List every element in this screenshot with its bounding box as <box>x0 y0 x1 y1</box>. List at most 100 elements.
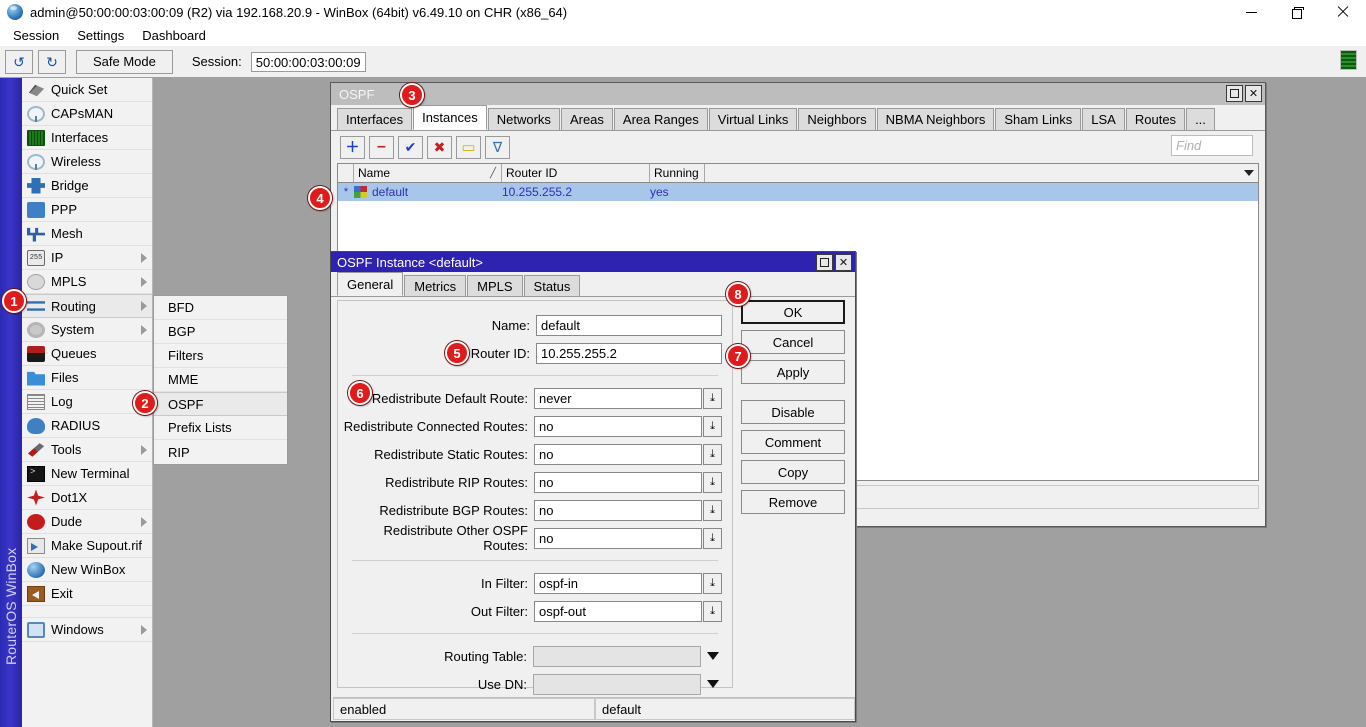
sidebar-item-new-winbox[interactable]: New WinBox <box>22 558 152 582</box>
sidebar-item-windows[interactable]: Windows <box>22 618 152 642</box>
instance-maximize-button[interactable] <box>816 254 833 271</box>
redistribute-bgp-routes-select[interactable]: no <box>534 499 702 521</box>
instance-close-button[interactable]: ✕ <box>835 254 852 271</box>
chevron-down-icon[interactable]: ⤓ <box>703 527 722 549</box>
instance-dialog-titlebar[interactable]: OSPF Instance <default> ✕ <box>331 252 855 272</box>
tab-general[interactable]: General <box>337 272 404 296</box>
submenu-item-bgp[interactable]: BGP <box>154 320 287 344</box>
tab-mpls[interactable]: MPLS <box>467 275 523 296</box>
menu-session[interactable]: Session <box>4 26 68 45</box>
tab-interfaces[interactable]: Interfaces <box>337 108 413 130</box>
redistribute-rip-routes-select[interactable]: no <box>534 471 702 493</box>
chevron-down-icon[interactable]: ⤓ <box>703 499 722 521</box>
out-filter-select[interactable]: ospf-out <box>534 600 702 622</box>
sidebar-item-quick-set[interactable]: Quick Set <box>22 78 152 102</box>
cancel-button[interactable]: Cancel <box>741 330 845 354</box>
chevron-down-icon[interactable]: ⤓ <box>703 572 722 594</box>
disable-button[interactable]: ✖ <box>427 135 452 159</box>
enable-button[interactable]: ✔ <box>398 135 423 159</box>
tab-networks[interactable]: Networks <box>487 108 560 130</box>
tab-metrics[interactable]: Metrics <box>404 275 467 296</box>
tab-sham-links[interactable]: Sham Links <box>995 108 1082 130</box>
sidebar-item-new-terminal[interactable]: New Terminal <box>22 462 152 486</box>
sidebar-item-dude[interactable]: Dude <box>22 510 152 534</box>
apply-button[interactable]: Apply <box>741 360 845 384</box>
sidebar-item-ip[interactable]: 255 IP <box>22 246 152 270</box>
filter-button[interactable]: ∇ <box>485 135 510 159</box>
routing-table-select[interactable] <box>533 645 701 667</box>
chevron-down-icon[interactable]: ⤓ <box>703 600 722 622</box>
sidebar-item-wireless[interactable]: Wireless <box>22 150 152 174</box>
close-button[interactable] <box>1320 0 1366 24</box>
name-input[interactable]: default <box>536 314 722 336</box>
redistribute-static-routes-select[interactable]: no <box>534 443 702 465</box>
tab-routes[interactable]: Routes <box>1125 108 1186 130</box>
menu-settings[interactable]: Settings <box>68 26 133 45</box>
in-filter-select[interactable]: ospf-in <box>534 572 702 594</box>
tab-instances[interactable]: Instances <box>413 105 487 130</box>
sidebar-item-capsman[interactable]: CAPsMAN <box>22 102 152 126</box>
redo-button[interactable]: ↻ <box>38 49 66 74</box>
tab-virtual-links[interactable]: Virtual Links <box>708 108 798 130</box>
comment-button[interactable]: ▭ <box>456 135 481 159</box>
ok-button[interactable]: OK <box>741 300 845 324</box>
chevron-down-icon[interactable]: ⤓ <box>703 471 722 493</box>
session-value-field[interactable]: 50:00:00:03:00:09 <box>250 51 366 72</box>
sidebar-item-dot1x[interactable]: Dot1X <box>22 486 152 510</box>
tab-lsa[interactable]: LSA <box>1082 108 1125 130</box>
remove-button[interactable]: Remove <box>741 490 845 514</box>
column-router-id[interactable]: Router ID <box>502 164 650 182</box>
router-id-input[interactable]: 10.255.255.2 <box>536 342 722 364</box>
tab-areas[interactable]: Areas <box>560 108 613 130</box>
safe-mode-button[interactable]: Safe Mode <box>76 49 173 74</box>
tab-area-ranges[interactable]: Area Ranges <box>613 108 708 130</box>
tab-neighbors[interactable]: Neighbors <box>798 108 876 130</box>
chevron-down-icon[interactable]: ⤓ <box>703 415 722 437</box>
submenu-item-bfd[interactable]: BFD <box>154 296 287 320</box>
redistribute-connected-routes-select[interactable]: no <box>534 415 702 437</box>
tab-status[interactable]: Status <box>523 275 581 296</box>
sidebar-item-ppp[interactable]: PPP <box>22 198 152 222</box>
submenu-item-rip[interactable]: RIP <box>154 440 287 464</box>
find-input[interactable]: Find <box>1171 135 1253 156</box>
use-dn-select[interactable] <box>533 673 701 695</box>
sidebar-item-exit[interactable]: Exit <box>22 582 152 606</box>
add-button[interactable]: ＋ <box>340 135 365 159</box>
column-name[interactable]: Name ╱ <box>354 164 502 182</box>
minimize-button[interactable] <box>1228 0 1274 24</box>
ospf-window-titlebar[interactable]: OSPF ✕ <box>331 83 1265 105</box>
sidebar-item-bridge[interactable]: Bridge <box>22 174 152 198</box>
copy-button[interactable]: Copy <box>741 460 845 484</box>
redistribute-other-ospf-routes-select[interactable]: no <box>534 527 702 549</box>
comment-button[interactable]: Comment <box>741 430 845 454</box>
sidebar-item-system[interactable]: System <box>22 318 152 342</box>
sidebar-item-interfaces[interactable]: Interfaces <box>22 126 152 150</box>
menu-dashboard[interactable]: Dashboard <box>133 26 215 45</box>
submenu-item-ospf[interactable]: OSPF <box>154 392 287 416</box>
chevron-down-icon[interactable]: ⤓ <box>703 443 722 465</box>
chevron-down-icon[interactable] <box>703 646 722 667</box>
sidebar-item-mesh[interactable]: Mesh <box>22 222 152 246</box>
tab-more[interactable]: ... <box>1186 108 1215 130</box>
sidebar-item-queues[interactable]: Queues <box>22 342 152 366</box>
submenu-item-filters[interactable]: Filters <box>154 344 287 368</box>
column-options[interactable] <box>705 164 1258 182</box>
sidebar-item-routing[interactable]: Routing <box>22 294 152 318</box>
sidebar-item-make-supout[interactable]: Make Supout.rif <box>22 534 152 558</box>
sidebar-item-mpls[interactable]: MPLS <box>22 270 152 294</box>
table-row[interactable]: * default 10.255.255.2 yes <box>338 183 1258 201</box>
ospf-close-button[interactable]: ✕ <box>1245 85 1262 102</box>
ospf-maximize-button[interactable] <box>1226 85 1243 102</box>
column-running[interactable]: Running <box>650 164 705 182</box>
tab-nbma-neighbors[interactable]: NBMA Neighbors <box>876 108 995 130</box>
redistribute-default-route-select[interactable]: never <box>534 387 702 409</box>
submenu-item-mme[interactable]: MME <box>154 368 287 392</box>
maximize-button[interactable] <box>1274 0 1320 24</box>
undo-button[interactable]: ↺ <box>5 49 33 74</box>
sidebar-item-radius[interactable]: RADIUS <box>22 414 152 438</box>
sidebar-item-tools[interactable]: Tools <box>22 438 152 462</box>
sidebar-item-files[interactable]: Files <box>22 366 152 390</box>
submenu-item-prefix-lists[interactable]: Prefix Lists <box>154 416 287 440</box>
chevron-down-icon[interactable]: ⤓ <box>703 387 722 409</box>
remove-button[interactable]: – <box>369 135 394 159</box>
